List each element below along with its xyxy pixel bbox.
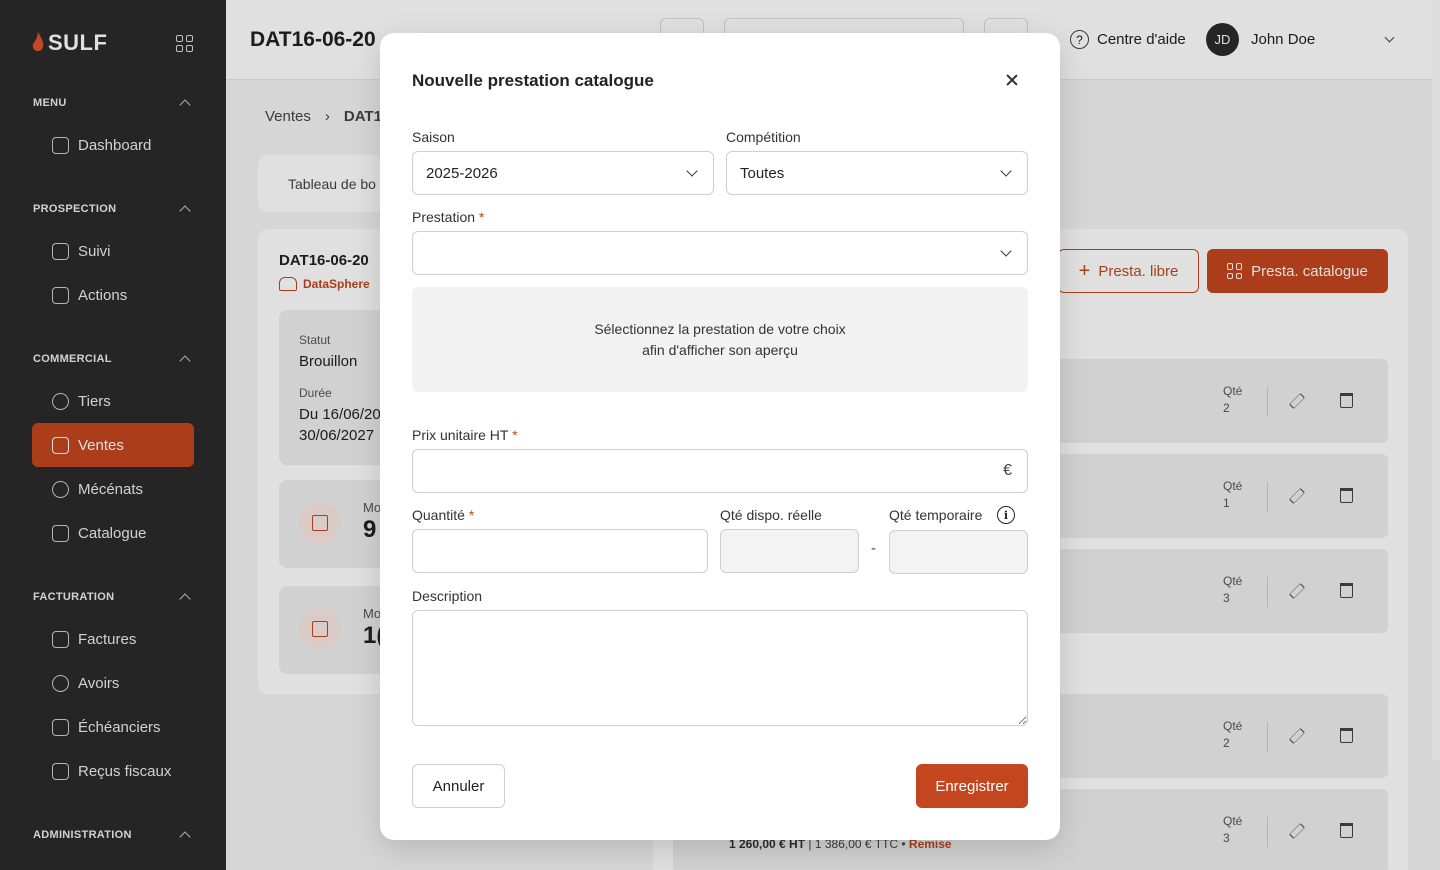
description-textarea[interactable]: [412, 610, 1028, 726]
dialog-title: Nouvelle prestation catalogue: [412, 71, 654, 90]
separator: -: [871, 540, 876, 557]
info-icon[interactable]: i: [997, 506, 1015, 524]
qty-available-field: [720, 529, 859, 573]
save-button[interactable]: Enregistrer: [916, 764, 1028, 808]
qty-available-label: Qté dispo. réelle: [720, 507, 822, 523]
cancel-button[interactable]: Annuler: [412, 764, 505, 808]
prix-input[interactable]: €: [412, 449, 1028, 493]
chevron-down-icon: [1000, 165, 1012, 177]
prix-label: Prix unitaire HT *: [412, 427, 518, 443]
prestation-label: Prestation *: [412, 209, 485, 225]
description-label: Description: [412, 588, 483, 604]
qty-temporary-label: Qté temporaire: [889, 507, 983, 523]
quantite-label: Quantité *: [412, 507, 475, 523]
scrollbar[interactable]: [1432, 0, 1440, 760]
quantite-input[interactable]: [412, 529, 708, 573]
competition-select[interactable]: Toutes: [726, 151, 1028, 195]
prestation-preview: Sélectionnez la prestation de votre choi…: [412, 287, 1028, 392]
chevron-down-icon: [686, 165, 698, 177]
currency-suffix: €: [1003, 462, 1012, 479]
prestation-select[interactable]: [412, 231, 1028, 275]
preview-hint-line2: afin d'afficher son aperçu: [642, 341, 798, 358]
saison-label: Saison: [412, 129, 455, 145]
preview-hint-line1: Sélectionnez la prestation de votre choi…: [594, 320, 846, 337]
close-icon[interactable]: [1002, 70, 1022, 90]
saison-select[interactable]: 2025-2026: [412, 151, 714, 195]
new-catalogue-service-dialog: Nouvelle prestation catalogue Saison 202…: [380, 33, 1060, 840]
chevron-down-icon: [1000, 245, 1012, 257]
competition-label: Compétition: [726, 129, 801, 145]
qty-temporary-field: [889, 530, 1028, 574]
